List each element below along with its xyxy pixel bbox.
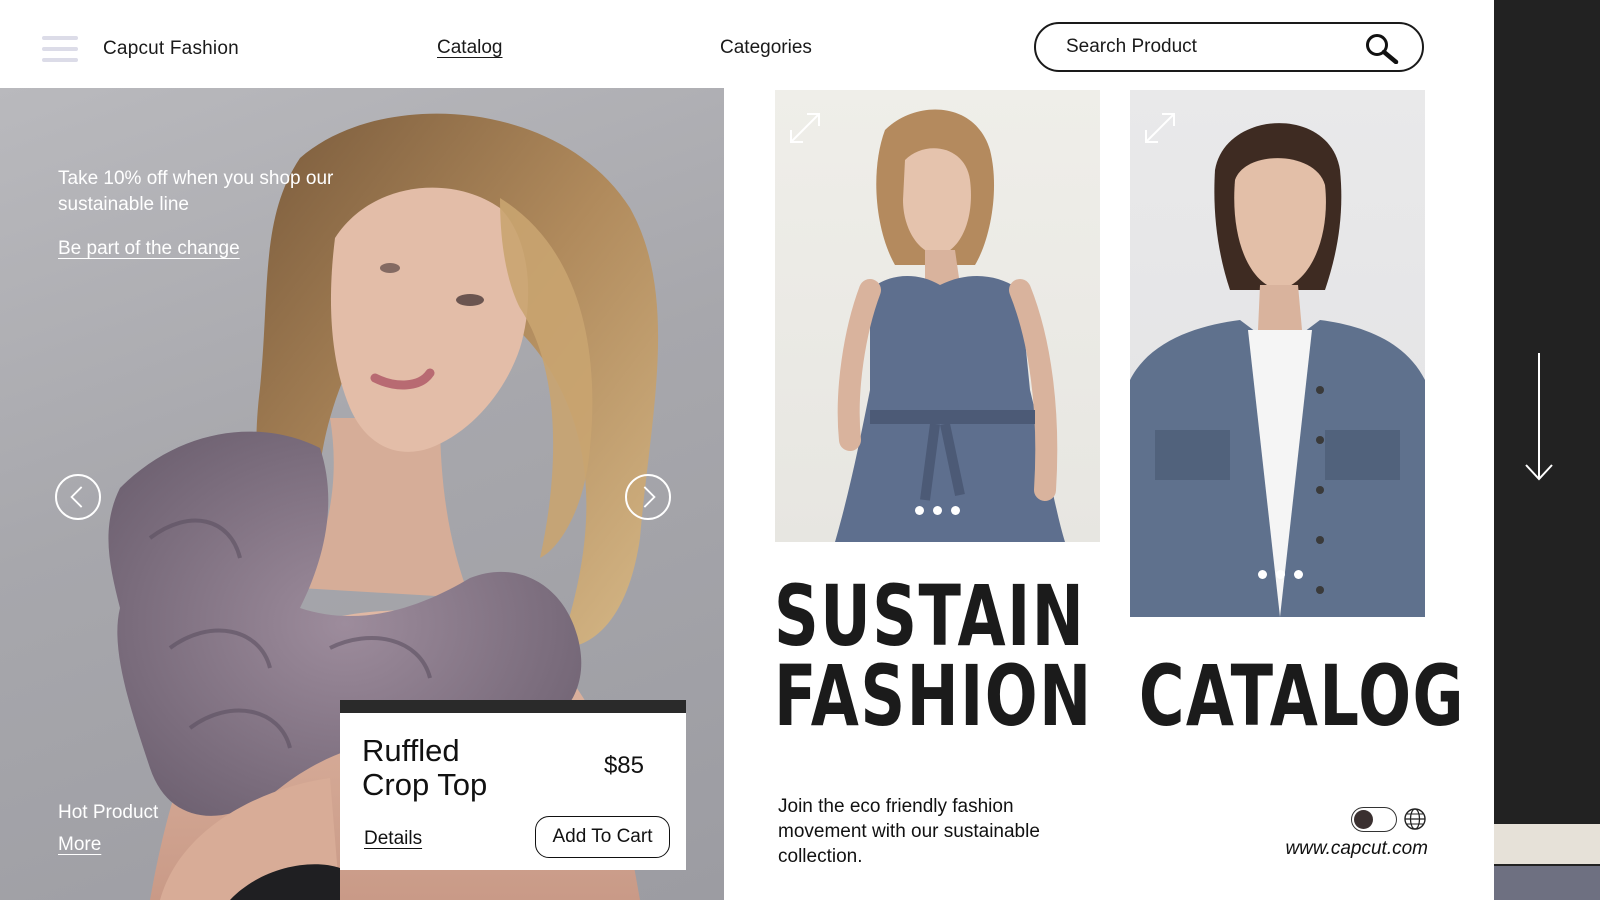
product-name-line1: Ruffled: [362, 733, 460, 768]
top-navbar: Capcut Fashion Catalog Categories: [0, 0, 1460, 88]
dot[interactable]: [951, 506, 960, 515]
catalog-headline: SUSTAIN FASHION CATALOG: [774, 567, 1466, 745]
headline-line2: FASHION CATALOG: [774, 647, 1466, 745]
globe-icon[interactable]: [1403, 807, 1427, 831]
toggle-knob: [1354, 810, 1373, 829]
hamburger-menu-icon[interactable]: [42, 36, 78, 62]
promo-link[interactable]: Be part of the change: [58, 238, 240, 260]
product-card: Ruffled Crop Top $85 Details Add To Cart: [340, 700, 686, 870]
arrow-down-icon[interactable]: [1523, 353, 1555, 483]
website-url[interactable]: www.capcut.com: [1285, 838, 1428, 860]
carousel-prev-button[interactable]: [55, 474, 101, 520]
headline-line1: SUSTAIN: [774, 567, 1086, 665]
product-name-line2: Crop Top: [362, 767, 488, 802]
expand-icon[interactable]: [1142, 110, 1178, 146]
carousel-next-button[interactable]: [625, 474, 671, 520]
carousel-dots: [915, 506, 960, 515]
add-to-cart-button[interactable]: Add To Cart: [535, 816, 670, 858]
promo-text: Take 10% off when you shop our sustainab…: [58, 168, 334, 215]
brand-name[interactable]: Capcut Fashion: [103, 38, 239, 60]
tagline-text: Join the eco friendly fashion movement w…: [778, 796, 1040, 867]
jacket-model-image: [1130, 123, 1425, 617]
product-price: $85: [603, 752, 644, 779]
search-box: [1034, 22, 1424, 72]
chevron-left-icon: [70, 486, 83, 508]
nav-categories-link[interactable]: Categories: [720, 37, 812, 59]
product-thumbnail-jacket[interactable]: [1130, 90, 1425, 617]
card-top-bar: [340, 700, 686, 713]
search-input[interactable]: [1066, 34, 1346, 60]
chevron-right-icon: [643, 486, 656, 508]
dot[interactable]: [933, 506, 942, 515]
expand-icon[interactable]: [787, 110, 823, 146]
dot[interactable]: [915, 506, 924, 515]
theme-toggle-switch[interactable]: [1351, 807, 1397, 832]
hot-product-more-link[interactable]: More: [58, 834, 101, 856]
product-thumbnail-dress[interactable]: [775, 90, 1100, 542]
color-swatch-beige[interactable]: [1494, 824, 1600, 864]
nav-catalog-link[interactable]: Catalog: [437, 37, 503, 59]
color-swatch-slate[interactable]: [1494, 866, 1600, 900]
details-link[interactable]: Details: [364, 828, 422, 850]
product-name: Ruffled Crop Top: [362, 734, 542, 802]
dress-model-image: [835, 109, 1065, 542]
hot-product-label: Hot Product: [58, 802, 159, 823]
right-sidebar: [1494, 0, 1600, 900]
search-icon[interactable]: [1364, 32, 1400, 64]
